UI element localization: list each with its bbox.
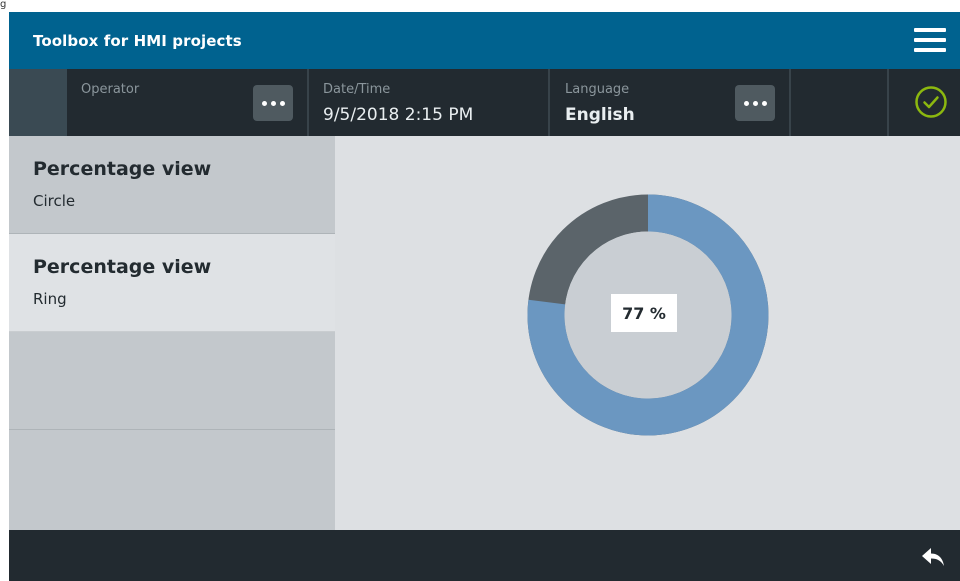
sidebar: Percentage view Circle Percentage view R… xyxy=(9,136,335,530)
language-more-button[interactable] xyxy=(735,85,775,121)
status-indicator-block xyxy=(9,69,67,136)
sidebar-item-subtitle: Circle xyxy=(33,192,76,210)
bottom-bar xyxy=(9,530,960,581)
sidebar-item-title: Percentage view xyxy=(33,158,212,180)
back-arrow-icon[interactable] xyxy=(920,546,946,568)
sidebar-item-empty[interactable] xyxy=(9,332,335,430)
operator-label: Operator xyxy=(81,82,140,97)
check-circle-icon[interactable] xyxy=(914,85,948,119)
sidebar-item-percentage-circle[interactable]: Percentage view Circle xyxy=(9,136,335,234)
operator-more-button[interactable] xyxy=(253,85,293,121)
more-dots-icon xyxy=(261,100,267,106)
datetime-value: 9/5/2018 2:15 PM xyxy=(323,105,474,125)
divider xyxy=(887,69,889,136)
language-value: English xyxy=(565,105,635,125)
corner-label: g xyxy=(0,0,7,10)
sidebar-item-title: Percentage view xyxy=(33,256,212,278)
app-title: Toolbox for HMI projects xyxy=(33,31,242,50)
main-content: 77 % xyxy=(335,136,960,530)
title-bar: Toolbox for HMI projects xyxy=(9,12,960,69)
percentage-value: 77 % xyxy=(611,294,677,332)
sidebar-item-percentage-ring[interactable]: Percentage view Ring xyxy=(9,234,335,332)
divider xyxy=(307,69,309,136)
divider xyxy=(548,69,550,136)
more-dots-icon xyxy=(743,100,749,106)
sidebar-item-empty[interactable] xyxy=(9,430,335,530)
hamburger-menu-icon[interactable] xyxy=(914,28,946,53)
status-bar: Operator Date/Time 9/5/2018 2:15 PM Lang… xyxy=(9,69,960,136)
language-label: Language xyxy=(565,82,630,97)
divider xyxy=(789,69,791,136)
datetime-label: Date/Time xyxy=(323,82,391,97)
hmi-screen: g Toolbox for HMI projects Operator Date… xyxy=(0,0,960,581)
sidebar-item-subtitle: Ring xyxy=(33,290,67,308)
